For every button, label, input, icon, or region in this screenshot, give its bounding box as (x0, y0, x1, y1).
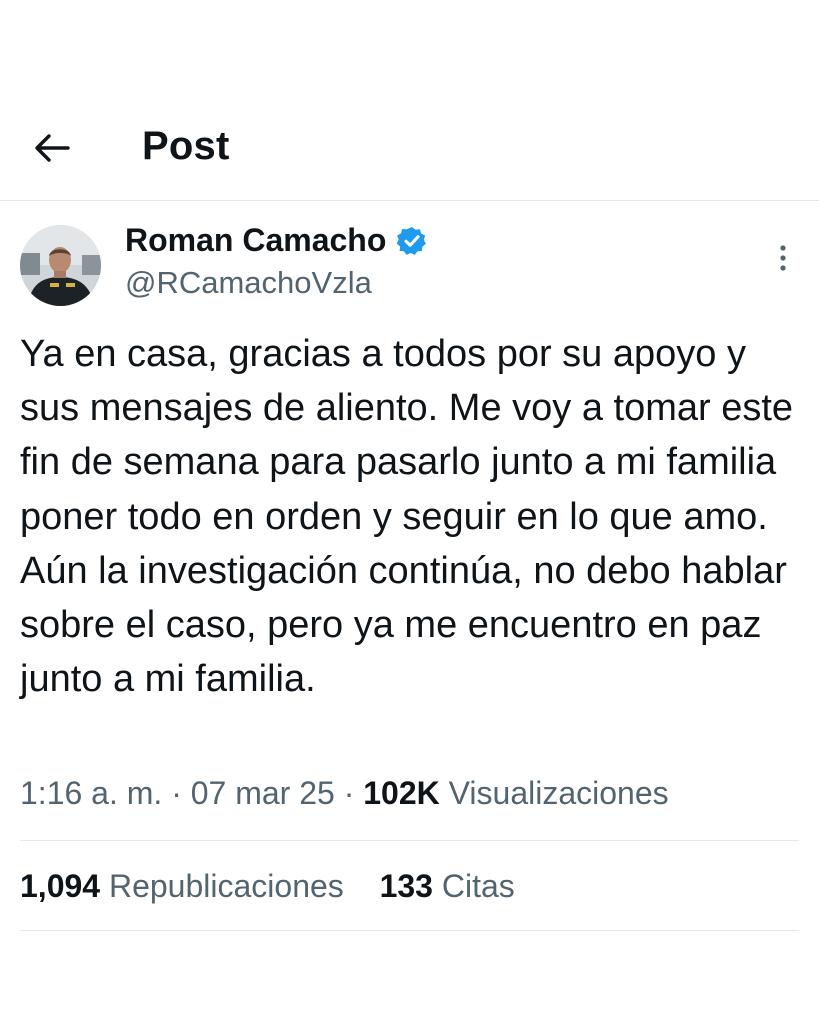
more-vertical-icon (780, 245, 786, 271)
author-name[interactable]: Roman Camacho (125, 222, 428, 259)
arrow-left-icon (35, 134, 70, 162)
quotes-label: Citas (441, 868, 515, 904)
reposts-stat[interactable]: 1,094 Republicaciones (20, 868, 344, 904)
post-meta: 1:16 a. m. · 07 mar 25 · 102K Visualizac… (20, 775, 669, 812)
more-options-button[interactable] (770, 240, 796, 276)
verified-badge-icon (397, 226, 427, 255)
post-stats: 1,094 Republicaciones 133 Citas (20, 868, 515, 905)
reposts-label: Republicaciones (108, 868, 344, 904)
views-label: Visualizaciones (448, 775, 669, 811)
quotes-stat[interactable]: 133 Citas (380, 868, 515, 904)
meta-separator: · (343, 775, 355, 811)
post-date[interactable]: 07 mar 25 (191, 775, 335, 811)
divider (20, 840, 799, 841)
post-time[interactable]: 1:16 a. m. (20, 775, 162, 811)
divider (20, 930, 799, 931)
avatar[interactable] (20, 225, 101, 306)
back-button[interactable] (30, 128, 74, 168)
post-text: Ya en casa, gracias a todos por su apoyo… (20, 333, 794, 701)
meta-separator: · (171, 775, 182, 811)
author-handle[interactable]: @RCamachoVzla (125, 265, 372, 301)
page-title: Post (142, 124, 230, 168)
reposts-count: 1,094 (20, 868, 101, 904)
top-bar: Post (0, 100, 819, 201)
views-count: 102K (363, 775, 440, 811)
quotes-count: 133 (379, 868, 433, 904)
author-name-label: Roman Camacho (125, 222, 387, 258)
